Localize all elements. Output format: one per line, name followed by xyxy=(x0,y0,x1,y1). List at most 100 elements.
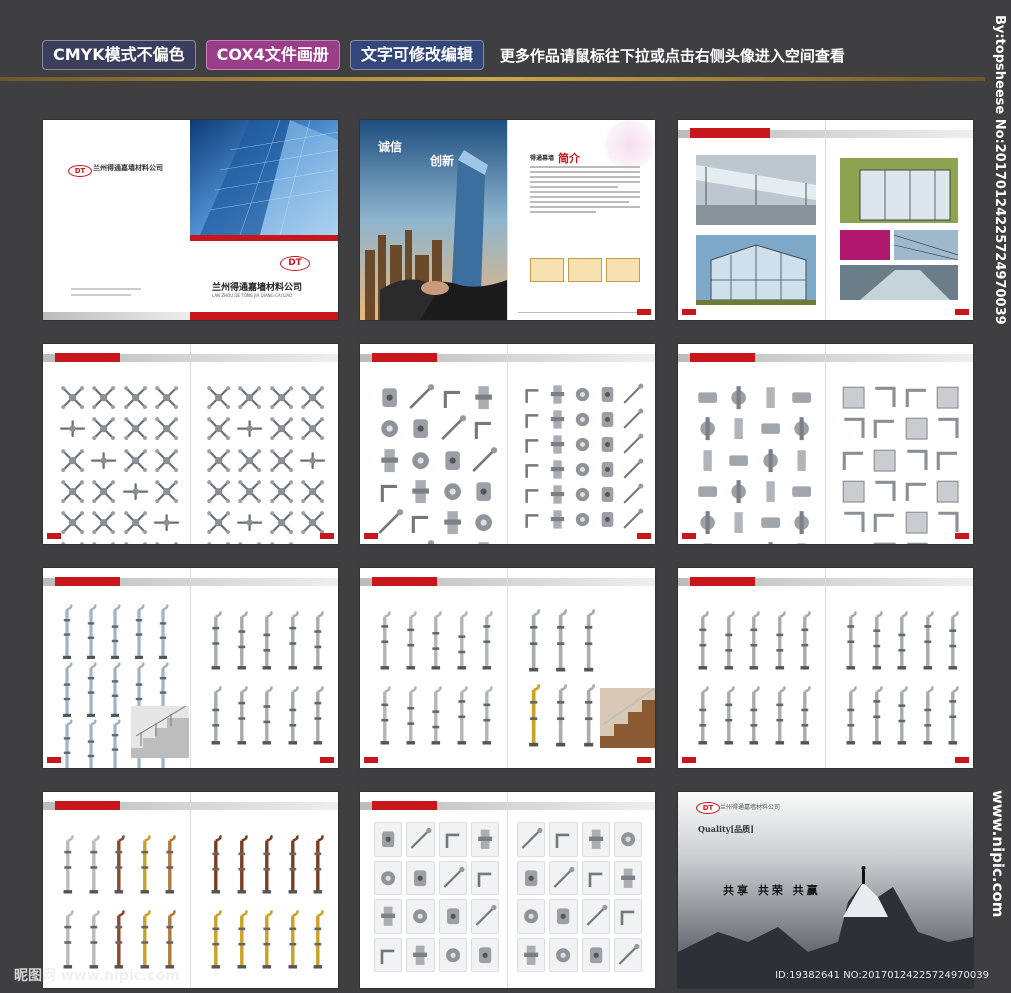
railing-post-icon xyxy=(889,603,915,678)
hardware-part-icon xyxy=(620,407,645,432)
spider-fitting-icon xyxy=(266,413,297,444)
hardware-part-icon xyxy=(545,507,570,532)
spider-fitting-icon xyxy=(88,382,119,413)
hardware-part-icon xyxy=(405,413,436,444)
railing-post-icon xyxy=(449,603,475,678)
fastener-part-icon xyxy=(549,822,578,857)
slogan-innovation: 创新 xyxy=(430,154,455,168)
hardware-part-icon xyxy=(374,476,405,507)
spider-fitting-icon xyxy=(203,538,234,544)
connector-part-icon xyxy=(786,445,817,476)
railing-post-icon xyxy=(474,678,500,753)
hardware-part-icon xyxy=(374,507,405,538)
connector-part-icon xyxy=(723,382,754,413)
railing-post-icon xyxy=(547,603,574,678)
railing-post-icon xyxy=(305,902,331,977)
fastener-part-icon xyxy=(470,899,499,934)
intro-body-lines xyxy=(530,166,640,216)
hardware-part-icon xyxy=(620,382,645,407)
railing-post-icon xyxy=(838,603,864,678)
hardware-part-icon xyxy=(520,407,545,432)
spread-connectors xyxy=(678,344,973,544)
bracket-part-icon xyxy=(932,538,963,544)
railing-post-icon xyxy=(280,603,306,678)
spread-wood-posts xyxy=(43,792,338,988)
railing-post-icon xyxy=(398,603,424,678)
railing-post-icon xyxy=(254,827,280,902)
railing-post-icon xyxy=(940,678,966,753)
hardware-part-icon xyxy=(620,507,645,532)
connector-part-icon xyxy=(723,538,754,544)
spider-fitting-icon xyxy=(297,538,328,544)
railing-post-icon xyxy=(79,661,103,719)
railing-post-icon xyxy=(55,603,79,661)
railing-post-icon xyxy=(254,603,280,678)
intro-image-page: 诚信 创新 xyxy=(360,120,507,320)
section-label-box xyxy=(840,230,890,260)
glass-walkway-photo xyxy=(840,265,958,300)
railing-post-icon xyxy=(203,902,229,977)
spider-fitting-icon xyxy=(120,476,151,507)
connector-part-icon xyxy=(786,382,817,413)
hardware-part-icon xyxy=(595,507,620,532)
wooden-stair-photo xyxy=(600,688,655,748)
railing-post-icon xyxy=(280,678,306,753)
railing-post-icon xyxy=(690,603,716,678)
cover-front: DT 兰州得通嘉墙材料公司 LAN ZHOU DE TONG JIA QIANG… xyxy=(190,120,338,320)
spider-fitting-icon xyxy=(151,382,182,413)
hardware-part-icon xyxy=(520,507,545,532)
hardware-part-icon xyxy=(437,507,468,538)
spider-fitting-icon xyxy=(297,476,328,507)
hardware-part-icon xyxy=(545,482,570,507)
connector-part-icon xyxy=(755,382,786,413)
fastener-part-icon xyxy=(406,899,435,934)
intro-text-page: 得通幕墙 简介 xyxy=(508,120,655,320)
fastener-part-icon xyxy=(517,822,546,857)
cover-company-name: 兰州得通嘉墙材料公司 xyxy=(212,283,303,293)
hardware-part-icon xyxy=(405,445,436,476)
spread-hardware-fittings xyxy=(360,344,655,544)
header-note: 更多作品请鼠标往下拉或点击右侧头像进入空间查看 xyxy=(499,46,845,65)
railing-post-icon xyxy=(767,603,793,678)
spider-fitting-grid xyxy=(203,382,328,544)
spider-fitting-icon xyxy=(203,413,234,444)
railing-post-icon xyxy=(203,603,229,678)
fastener-part-icon xyxy=(438,899,467,934)
spider-fitting-icon xyxy=(120,445,151,476)
connector-grid xyxy=(692,382,817,544)
quality-label: Quality[品质] xyxy=(698,824,754,834)
hardware-part-icon xyxy=(595,482,620,507)
spider-fitting-icon xyxy=(234,476,265,507)
bracket-part-icon xyxy=(901,413,932,444)
fastener-part-icon xyxy=(470,937,499,972)
image-id: ID:19382641 NO:20170124225724970039 xyxy=(775,970,989,981)
railing-post-icon xyxy=(741,678,767,753)
bracket-part-icon xyxy=(838,476,869,507)
fastener-part-icon xyxy=(581,822,610,857)
railing-post-icon xyxy=(423,678,449,753)
connector-part-icon xyxy=(692,507,723,538)
railing-post-icon xyxy=(716,678,742,753)
intro-brand: 得通幕墙 xyxy=(530,155,555,162)
hardware-part-icon xyxy=(437,538,468,544)
connector-part-icon xyxy=(755,538,786,544)
railing-post-icon xyxy=(547,678,574,753)
spider-fitting-icon xyxy=(151,538,182,544)
connector-part-icon xyxy=(723,476,754,507)
connector-part-icon xyxy=(786,507,817,538)
hardware-part-icon xyxy=(468,507,499,538)
spider-fitting-icon xyxy=(57,476,88,507)
railing-post-icon xyxy=(254,678,280,753)
staircase-photo xyxy=(131,706,189,758)
railing-post-grid xyxy=(838,603,966,753)
cover-company-pinyin: LAN ZHOU DE TONG JIA QIANG CAI LIAO xyxy=(212,293,293,298)
spider-fitting-icon xyxy=(203,507,234,538)
railing-post-icon xyxy=(305,603,331,678)
fastener-grid xyxy=(374,822,499,972)
railing-post-icon xyxy=(449,678,475,753)
railing-post-icon xyxy=(229,902,255,977)
railing-post-icon xyxy=(372,678,398,753)
railing-post-icon xyxy=(716,603,742,678)
fastener-part-icon xyxy=(374,860,403,895)
glass-roof-photo xyxy=(894,230,958,260)
